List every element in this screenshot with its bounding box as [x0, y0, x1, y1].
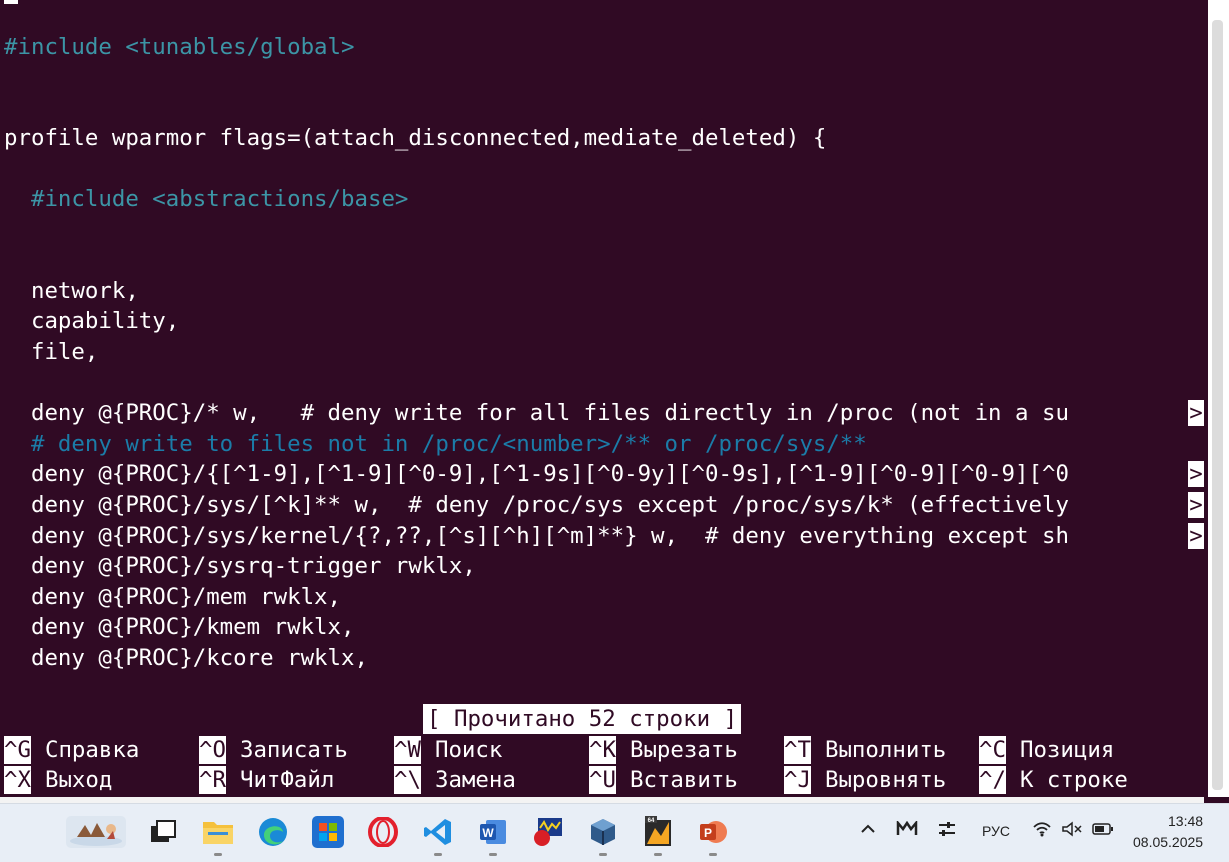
- weather-widget-icon[interactable]: [66, 816, 126, 848]
- code-line: deny @{PROC}/sys/kernel/{?,??,[^s][^h][^…: [4, 523, 1069, 549]
- shortcut-replace[interactable]: ^\ Замена: [394, 766, 516, 794]
- opera-icon[interactable]: [367, 816, 399, 848]
- svg-text:P: P: [704, 826, 712, 840]
- overflow-marker: >: [1188, 492, 1204, 518]
- code-line: #include <abstractions/base>: [4, 186, 409, 212]
- shortcut-key: ^R: [199, 766, 226, 794]
- shortcut-label: Вырезать: [629, 737, 738, 763]
- shortcut-key: ^C: [979, 736, 1006, 764]
- app64-icon[interactable]: 64: [642, 816, 674, 848]
- shortcut-read-file[interactable]: ^R ЧитФайл: [199, 766, 334, 794]
- virtualbox-icon[interactable]: [587, 816, 619, 848]
- shortcut-label: Выход: [44, 767, 113, 793]
- store-icon[interactable]: [312, 816, 344, 848]
- shortcut-exit[interactable]: ^X Выход: [4, 766, 112, 794]
- code-line: deny @{PROC}/sysrq-trigger rwklx,: [4, 553, 476, 579]
- vscode-icon[interactable]: [422, 816, 454, 848]
- code-line: deny @{PROC}/kmem rwklx,: [4, 614, 355, 640]
- shortcut-label: К строке: [1019, 767, 1128, 793]
- code-line: deny @{PROC}/sys/[^k]** w, # deny /proc/…: [4, 492, 1069, 518]
- shortcut-help[interactable]: ^G Справка: [4, 736, 139, 764]
- powerpoint-icon[interactable]: P: [697, 816, 729, 848]
- taskbar: W 64 P РУС 13:48 08.05.2025: [0, 803, 1229, 862]
- edge-icon[interactable]: [257, 816, 289, 848]
- overflow-marker: >: [1188, 523, 1204, 549]
- word-icon[interactable]: W: [477, 816, 509, 848]
- running-indicator: [654, 853, 662, 856]
- shortcut-key: ^W: [394, 736, 421, 764]
- shortcut-label: Вставить: [629, 767, 738, 793]
- scrollbar-thumb[interactable]: [1212, 20, 1223, 790]
- shortcut-label: Поиск: [434, 737, 503, 763]
- shortcut-cut[interactable]: ^K Вырезать: [589, 736, 738, 764]
- shortcut-label: Замена: [434, 767, 516, 793]
- status-message: [ Прочитано 52 строки ]: [423, 704, 742, 734]
- app-icon[interactable]: [532, 816, 564, 848]
- shortcut-position[interactable]: ^C Позиция: [979, 736, 1114, 764]
- code-line: profile wparmor flags=(attach_disconnect…: [4, 125, 827, 151]
- shortcut-label: Выровнять: [824, 767, 947, 793]
- running-indicator: [709, 853, 717, 856]
- running-indicator: [599, 853, 607, 856]
- shortcut-label: Справка: [44, 737, 140, 763]
- shortcut-execute[interactable]: ^T Выполнить: [784, 736, 946, 764]
- shortcut-key: ^U: [589, 766, 616, 794]
- overflow-marker: >: [1188, 461, 1204, 487]
- text-cursor: [4, 0, 18, 4]
- shortcut-key: ^T: [784, 736, 811, 764]
- shortcut-key: ^X: [4, 766, 31, 794]
- language-indicator[interactable]: РУС: [982, 823, 1010, 839]
- code-line: deny @{PROC}/* w, # deny write for all f…: [4, 400, 1069, 426]
- shortcut-justify[interactable]: ^J Выровнять: [784, 766, 946, 794]
- shortcut-label: ЧитФайл: [239, 767, 335, 793]
- running-indicator: [434, 853, 442, 856]
- wifi-icon[interactable]: [1032, 821, 1052, 842]
- shortcut-label: Позиция: [1019, 737, 1115, 763]
- code-line: deny @{PROC}/mem rwklx,: [4, 584, 342, 610]
- shortcut-label: Записать: [239, 737, 348, 763]
- clock-date[interactable]: 08.05.2025: [1133, 834, 1203, 850]
- code-line: #include <tunables/global>: [4, 34, 355, 60]
- svg-text:64: 64: [648, 818, 655, 824]
- overflow-marker: >: [1188, 400, 1204, 426]
- volume-muted-icon[interactable]: [1061, 821, 1083, 842]
- battery-icon[interactable]: [1092, 821, 1114, 842]
- file-explorer-icon[interactable]: [202, 816, 234, 848]
- chevron-up-icon[interactable]: [860, 821, 876, 842]
- shortcut-key: ^G: [4, 736, 31, 764]
- shortcut-key: ^O: [199, 736, 226, 764]
- shortcut-key: ^/: [979, 766, 1006, 794]
- code-line: network,: [4, 278, 139, 304]
- code-line: capability,: [4, 308, 180, 334]
- shortcut-paste[interactable]: ^U Вставить: [589, 766, 738, 794]
- running-indicator: [214, 853, 222, 856]
- comment-line: # deny write to files not in /proc/<numb…: [4, 431, 867, 457]
- shortcut-key: ^J: [784, 766, 811, 794]
- task-view-icon[interactable]: [147, 816, 179, 848]
- tray-app-icon[interactable]: [896, 819, 918, 842]
- terminal-window[interactable]: #include <tunables/global> profile wparm…: [0, 0, 1204, 797]
- code-line: deny @{PROC}/{[^1-9],[^1-9][^0-9],[^1-9s…: [4, 461, 1069, 487]
- code-line: deny @{PROC}/kcore rwklx,: [4, 645, 368, 671]
- shortcut-search[interactable]: ^W Поиск: [394, 736, 502, 764]
- clock-time[interactable]: 13:48: [1168, 813, 1203, 829]
- shortcut-key: ^K: [589, 736, 616, 764]
- shortcut-write[interactable]: ^O Записать: [199, 736, 348, 764]
- svg-text:W: W: [482, 826, 494, 840]
- code-line: file,: [4, 339, 99, 365]
- running-indicator: [489, 853, 497, 856]
- settings-sliders-icon[interactable]: [937, 821, 957, 842]
- shortcut-label: Выполнить: [824, 737, 947, 763]
- shortcut-key: ^\: [394, 766, 421, 794]
- shortcut-go-to-line[interactable]: ^/ К строке: [979, 766, 1128, 794]
